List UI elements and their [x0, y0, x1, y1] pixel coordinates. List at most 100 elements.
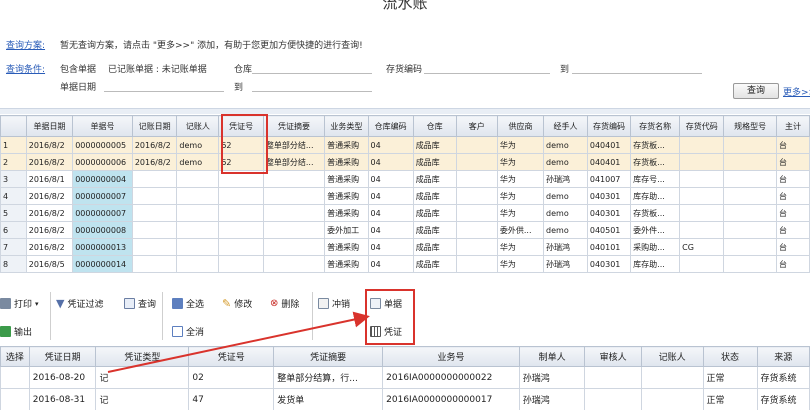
deselect-all-button[interactable]: 全消 [172, 325, 204, 338]
table-cell [176, 204, 220, 222]
table-cell: 华为 [496, 187, 545, 205]
table-cell: 0000000004 [72, 170, 133, 188]
voucher-cell: 存货系统 [756, 388, 810, 410]
voucher-row[interactable]: 2016-08-31 记 47 发货单 2016IA0000000000017 孙瑞鸿 正常… [0, 388, 810, 410]
table-cell: 委外供... [496, 221, 545, 239]
table-cell: 040301 [586, 204, 632, 222]
voucher-cell[interactable] [0, 366, 30, 389]
bill-date-from-field[interactable] [104, 80, 224, 92]
column-header[interactable]: 单据日期 [25, 115, 74, 137]
table-cell: 04 [367, 221, 414, 239]
table-cell [176, 255, 220, 273]
export-button[interactable]: 输出 [0, 325, 32, 338]
table-cell: demo [543, 153, 588, 171]
voucher-column-header[interactable]: 制单人 [518, 346, 586, 367]
inv-code-to-field[interactable] [572, 62, 702, 74]
column-header[interactable]: 存货名称 [630, 115, 681, 137]
table-cell: 孙瑞鸿 [543, 238, 588, 256]
select-all-button[interactable]: 全选 [172, 297, 204, 310]
column-header[interactable]: 供应商 [496, 115, 545, 137]
table-cell [176, 221, 220, 239]
edit-button[interactable]: ✎ 修改 [222, 297, 252, 310]
voucher-cell[interactable] [0, 388, 30, 410]
column-header[interactable]: 单据号 [72, 115, 133, 137]
column-header[interactable]: 规格型号 [723, 115, 777, 137]
column-header[interactable]: 仓库编码 [367, 115, 414, 137]
table-cell [679, 204, 725, 222]
table-cell [131, 238, 178, 256]
voucher-cell [584, 366, 642, 389]
voucher-cell: 存货系统 [756, 366, 810, 389]
voucher-filter-button[interactable]: ▼ 凭证过滤 [56, 297, 103, 310]
table-cell [455, 255, 498, 273]
table-cell [176, 238, 220, 256]
column-header[interactable]: 存货代码 [679, 115, 725, 137]
reverse-button[interactable]: 冲销 [318, 297, 350, 310]
voucher-column-header[interactable]: 状态 [702, 346, 758, 367]
posted-bills-option[interactable]: 已记账单据 : 未记账单据 [108, 62, 207, 75]
table-cell [723, 153, 777, 171]
column-header[interactable]: 凭证摘要 [262, 115, 326, 137]
table-cell [723, 170, 777, 188]
voucher-column-header[interactable]: 选择 [0, 346, 30, 367]
bill-date-to-field[interactable] [252, 80, 372, 92]
table-row[interactable]: 2 2016/8/2 0000000006 2016/8/2 demo 62 整单部分结..… [0, 153, 810, 171]
table-cell: 04 [367, 136, 414, 154]
query-condition-label[interactable]: 查询条件: [6, 62, 45, 75]
voucher-column-header[interactable]: 来源 [756, 346, 810, 367]
voucher-column-header[interactable]: 审核人 [584, 346, 642, 367]
ledger-table: 单据日期 单据号 记账日期 记账人 凭证号 凭证摘要 业务类型 仓库编码 仓库 客户 供应商 经手人存… [0, 115, 810, 273]
column-header[interactable]: 仓库 [412, 115, 457, 137]
table-cell: 04 [367, 204, 414, 222]
delete-button[interactable]: ⊗ 删除 [270, 297, 299, 310]
voucher-column-header[interactable]: 凭证摘要 [273, 346, 384, 367]
voucher-column-header[interactable]: 记账人 [640, 346, 704, 367]
voucher-column-header[interactable]: 业务号 [382, 346, 520, 367]
voucher-column-header[interactable]: 凭证日期 [28, 346, 97, 367]
column-header[interactable]: 业务类型 [324, 115, 369, 137]
table-cell: 2016/8/1 [25, 170, 74, 188]
table-row[interactable]: 1 2016/8/2 0000000005 2016/8/2 demo 62 整单部分结..… [0, 136, 810, 154]
column-header[interactable]: 存货编码 [586, 115, 632, 137]
table-cell: 2016/8/2 [131, 136, 178, 154]
table-cell [176, 187, 220, 205]
voucher-column-header[interactable]: 凭证号 [188, 346, 275, 367]
table-cell [723, 204, 777, 222]
column-header[interactable]: 主计 [775, 115, 810, 137]
table-row[interactable]: 6 2016/8/2 0000000008 委外加工 04 成品库 委外供... demo 04… [0, 221, 810, 239]
column-header[interactable]: 经手人 [543, 115, 588, 137]
inv-code-field[interactable] [424, 62, 550, 74]
table-cell: 成品库 [412, 255, 457, 273]
column-header[interactable]: 客户 [455, 115, 498, 137]
table-cell: 整单部分结... [262, 136, 326, 154]
filter-icon: ▼ [56, 297, 65, 310]
print-button[interactable]: 打印 ▾ [0, 297, 39, 310]
more-link[interactable]: 更多>> [783, 85, 810, 98]
table-row[interactable]: 5 2016/8/2 0000000007 普通采购 04 成品库 华为 demo 040301… [0, 204, 810, 222]
table-cell: 2016/8/2 [25, 221, 74, 239]
pencil-icon: ✎ [222, 297, 232, 310]
table-row[interactable]: 3 2016/8/1 0000000004 普通采购 04 成品库 华为 孙瑞鸿 041007 库… [0, 170, 810, 188]
row-number: 8 [0, 255, 27, 273]
table-row[interactable]: 4 2016/8/2 0000000007 普通采购 04 成品库 华为 demo 040301… [0, 187, 810, 205]
table-cell [455, 204, 498, 222]
table-row[interactable]: 8 2016/8/5 0000000014 普通采购 04 成品库 华为 孙瑞鸿 040301 库… [0, 255, 810, 273]
voucher-no-highlight-box [221, 114, 268, 174]
column-header[interactable]: 记账日期 [131, 115, 178, 137]
query-scheme-label[interactable]: 查询方案: [6, 38, 45, 51]
table-cell [455, 187, 498, 205]
table-cell: 孙瑞鸿 [543, 255, 588, 273]
voucher-cell [584, 388, 642, 410]
table-cell: 委外件... [630, 221, 681, 239]
column-header[interactable]: 记账人 [176, 115, 220, 137]
table-row[interactable]: 7 2016/8/2 0000000013 普通采购 04 成品库 华为 孙瑞鸿 040101 采… [0, 238, 810, 256]
include-bills-option[interactable]: 包含单据 [60, 62, 96, 75]
deselect-all-icon [172, 326, 183, 337]
query-toolbar-button[interactable]: 查询 [124, 297, 156, 310]
voucher-row[interactable]: 2016-08-20 记 02 整单部分结算，行... 2016IA0000000000… [0, 366, 810, 389]
voucher-cell: 发货单 [273, 388, 384, 410]
voucher-column-header[interactable]: 凭证类型 [95, 346, 190, 367]
query-button[interactable]: 查询 [733, 83, 779, 99]
voucher-cell: 孙瑞鸿 [518, 388, 586, 410]
warehouse-field[interactable] [252, 62, 372, 74]
